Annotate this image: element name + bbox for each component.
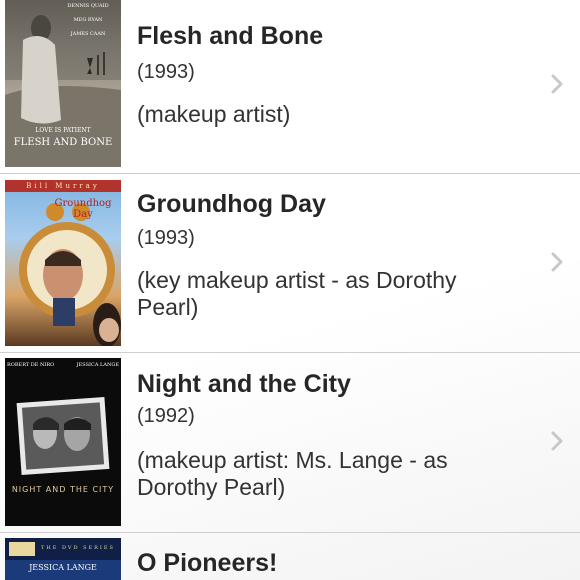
film-year: (1993) [137, 61, 195, 83]
film-year: (1993) [137, 227, 195, 249]
poster-title-line1: Groundhog [54, 198, 112, 209]
poster-night-and-the-city: ROBERT DE NIRO JESSICA LANGE NIGHT AND T… [5, 358, 121, 526]
poster-actor-right: JESSICA LANGE [76, 362, 119, 368]
poster-credit-2: MEG RYAN [73, 17, 103, 23]
poster-actor: JESSICA LANGE [29, 563, 97, 572]
chevron-right-icon [551, 431, 563, 451]
poster-art [16, 397, 110, 475]
film-title: O Pioneers! [137, 549, 278, 577]
list-item-groundhog-day[interactable]: Bill Murray Groundhog Day Groundhog Day … [0, 174, 580, 353]
poster-actor: Bill Murray [26, 182, 100, 190]
poster-tagline: LOVE IS PATIENT [35, 127, 91, 134]
film-role: (makeup artist: Ms. Lange - as Dorothy P… [137, 447, 448, 500]
poster-flesh-and-bone: DENNIS QUAID MEG RYAN JAMES CAAN LOVE IS… [5, 0, 121, 167]
film-title: Groundhog Day [137, 190, 326, 218]
film-role: (makeup artist) [137, 101, 291, 127]
chevron-right-icon [551, 74, 563, 94]
list-item-o-pioneers[interactable]: THE DVD SERIES JESSICA LANGE O Pioneers! [0, 533, 580, 580]
poster-groundhog-day: Bill Murray Groundhog Day [5, 180, 121, 346]
poster-credit-3: JAMES CAAN [70, 31, 106, 37]
list-item-flesh-and-bone[interactable]: DENNIS QUAID MEG RYAN JAMES CAAN LOVE IS… [0, 0, 580, 174]
poster-credit-1: DENNIS QUAID [67, 3, 109, 9]
list-item-night-and-the-city[interactable]: ROBERT DE NIRO JESSICA LANGE NIGHT AND T… [0, 353, 580, 533]
film-year: (1992) [137, 405, 195, 427]
film-role: (key makeup artist - as Dorothy Pearl) [137, 267, 457, 320]
chevron-right-icon [551, 252, 563, 272]
poster-actor-left: ROBERT DE NIRO [7, 362, 55, 368]
film-title: Flesh and Bone [137, 22, 324, 50]
poster-o-pioneers: THE DVD SERIES JESSICA LANGE [5, 538, 121, 580]
filmography-list: DENNIS QUAID MEG RYAN JAMES CAAN LOVE IS… [0, 0, 580, 580]
poster-series: THE DVD SERIES [41, 545, 115, 551]
poster-title: FLESH AND BONE [13, 137, 113, 148]
poster-title: NIGHT AND THE CITY [11, 485, 115, 494]
film-title: Night and the City [137, 370, 351, 398]
poster-title-line2: Day [73, 209, 93, 220]
